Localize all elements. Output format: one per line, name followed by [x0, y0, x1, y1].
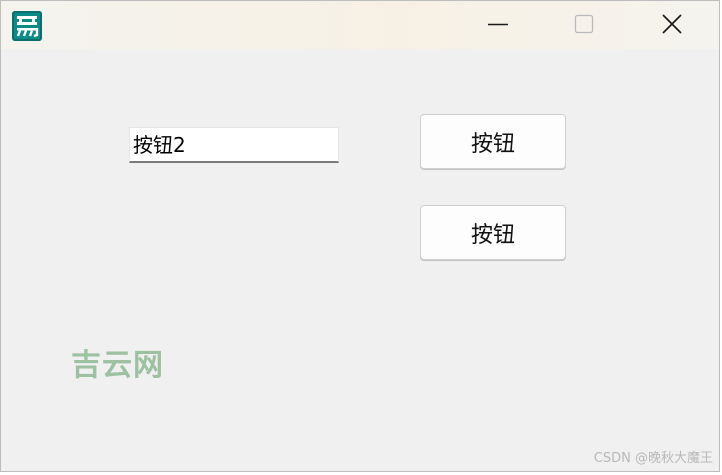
maximize-button[interactable]: [561, 1, 607, 47]
button-2[interactable]: 按钮: [420, 205, 566, 260]
app-window: 按钮2 按钮 按钮 吉云网 CSDN @晚秋大魔王: [0, 0, 720, 472]
maximize-icon: [574, 14, 594, 34]
text-field[interactable]: 按钮2: [129, 127, 339, 163]
button-1[interactable]: 按钮: [420, 114, 566, 169]
title-bar[interactable]: [1, 1, 719, 49]
app-logo-icon[interactable]: [12, 11, 42, 41]
close-icon: [662, 14, 682, 34]
watermark-logo: 吉云网: [71, 348, 164, 383]
minimize-button[interactable]: [475, 1, 521, 47]
close-button[interactable]: [649, 1, 695, 47]
credit-watermark: CSDN @晚秋大魔王: [593, 451, 713, 466]
minimize-icon: [488, 23, 508, 26]
